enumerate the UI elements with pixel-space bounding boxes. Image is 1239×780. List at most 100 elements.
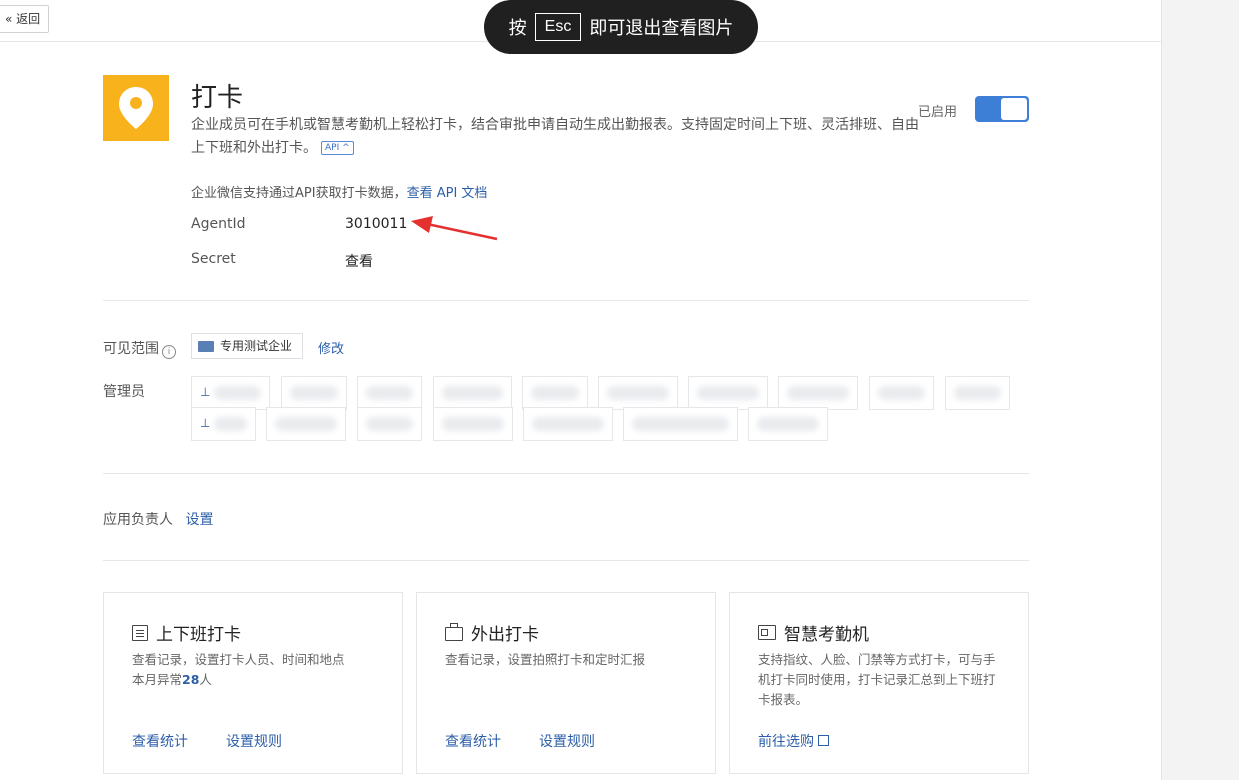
toast-suffix: 即可退出查看图片 [589, 18, 734, 39]
back-label: 返回 [16, 12, 41, 26]
go-purchase-link[interactable]: 前往选购 [758, 731, 829, 751]
visibility-label: 可见范围 [103, 341, 159, 357]
visibility-scope-name: 专用测试企业 [220, 339, 293, 353]
admin-name-redacted [787, 386, 849, 400]
external-link-icon [818, 735, 829, 746]
card-title: 上下班打卡 [156, 625, 241, 645]
card-clock-in-out: 上下班打卡 查看记录，设置打卡人员、时间和地点 本月异常28人 查看统计 设置规… [103, 592, 403, 774]
owner-label: 应用负责人 [103, 512, 173, 528]
visibility-row-label: 可见范围 i [103, 338, 176, 359]
admin-chip[interactable] [688, 376, 768, 410]
admin-chip[interactable] [357, 376, 422, 410]
briefcase-icon [445, 623, 463, 641]
agentid-value: 3010011 [345, 216, 408, 232]
admin-chip[interactable] [598, 376, 678, 410]
admin-name-redacted [878, 386, 925, 400]
admin-chip[interactable] [266, 407, 346, 441]
admin-chip[interactable] [433, 376, 512, 410]
card-description: 查看记录，设置拍照打卡和定时汇报 [445, 652, 646, 667]
esc-toast: 按 Esc 即可退出查看图片 [484, 0, 758, 54]
admin-chip[interactable] [433, 407, 513, 441]
folder-icon [198, 340, 214, 352]
location-pin-icon [119, 87, 153, 129]
admin-chip[interactable] [945, 376, 1010, 410]
admin-chip[interactable] [522, 376, 588, 410]
admin-chip[interactable]: ⊥ [191, 376, 270, 410]
agentid-label: AgentId [191, 216, 246, 232]
view-stats-link[interactable]: 查看统计 [445, 731, 501, 751]
anomaly-suffix: 人 [199, 672, 212, 687]
admins-label: 管理员 [103, 384, 145, 400]
secret-label: Secret [191, 251, 236, 267]
admin-name-redacted [697, 386, 759, 400]
person-icon: ⊥ [200, 385, 211, 399]
api-tag[interactable]: API ^ [321, 141, 354, 155]
card-anomaly-line: 本月异常28人 [132, 670, 378, 690]
back-button[interactable]: « 返回 [0, 5, 50, 33]
api-docs-link[interactable]: 查看 API 文档 [407, 186, 488, 201]
admin-chip[interactable] [623, 407, 738, 441]
anomaly-count[interactable]: 28 [182, 672, 199, 687]
api-note-text: 企业微信支持通过API获取打卡数据， [191, 186, 407, 201]
card-attendance-machine: 智慧考勤机 支持指纹、人脸、门禁等方式打卡，可与手机打卡同时使用，打卡记录汇总到… [729, 592, 1029, 774]
card-desc-line: 查看记录，设置打卡人员、时间和地点 [132, 652, 345, 667]
secret-view-link[interactable]: 查看 [345, 251, 373, 271]
double-chevron-left-icon: « [5, 12, 13, 26]
card-title-row: 外出打卡 [445, 620, 539, 645]
divider [103, 473, 1029, 474]
admin-name-redacted [442, 386, 503, 400]
admin-name-redacted [366, 417, 413, 431]
admin-chip[interactable]: ⊥ [191, 407, 256, 441]
admin-chip[interactable] [778, 376, 858, 410]
card-title: 外出打卡 [471, 625, 539, 645]
app-title: 打卡 [191, 83, 244, 113]
admin-name-redacted [214, 386, 261, 400]
owner-set-link[interactable]: 设置 [185, 512, 213, 528]
api-note: 企业微信支持通过API获取打卡数据，查看 API 文档 [191, 182, 487, 201]
visibility-edit-link[interactable]: 修改 [318, 338, 344, 357]
toast-prefix: 按 [508, 18, 527, 39]
info-icon[interactable]: i [162, 345, 176, 359]
enable-toggle[interactable] [975, 96, 1029, 122]
set-rules-link[interactable]: 设置规则 [226, 731, 282, 751]
app-icon [103, 75, 169, 141]
divider [103, 560, 1029, 561]
list-icon [132, 624, 148, 641]
admin-name-redacted [290, 386, 338, 400]
app-description: 企业成员可在手机或智慧考勤机上轻松打卡，结合审批申请自动生成出勤报表。支持固定时… [191, 114, 921, 160]
admin-chip[interactable] [748, 407, 828, 441]
view-stats-link[interactable]: 查看统计 [132, 731, 188, 751]
admin-name-redacted [214, 417, 247, 431]
admin-chip[interactable] [357, 407, 422, 441]
admin-name-redacted [275, 417, 337, 431]
admin-chip[interactable] [523, 407, 613, 441]
admin-name-redacted [607, 386, 669, 400]
divider [103, 300, 1029, 301]
visibility-scope-chip: 专用测试企业 [191, 333, 304, 359]
red-arrow-annotation [411, 216, 498, 241]
card-title-row: 智慧考勤机 [758, 620, 869, 645]
right-gutter [1161, 0, 1239, 780]
card-title: 智慧考勤机 [784, 625, 869, 645]
owner-row: 应用负责人 设置 [103, 509, 213, 529]
esc-key-badge: Esc [534, 13, 582, 41]
admin-name-redacted [366, 386, 413, 400]
admin-name-redacted [531, 386, 579, 400]
admin-name-redacted [532, 417, 604, 431]
anomaly-prefix: 本月异常 [132, 672, 183, 687]
enabled-status-label: 已启用 [918, 105, 958, 120]
card-title-row: 上下班打卡 [132, 620, 241, 645]
admin-name-redacted [442, 417, 504, 431]
app-description-text: 企业成员可在手机或智慧考勤机上轻松打卡，结合审批申请自动生成出勤报表。支持固定时… [191, 117, 919, 156]
admin-name-redacted [757, 417, 819, 431]
admin-name-redacted [954, 386, 1001, 400]
person-icon: ⊥ [200, 416, 211, 430]
admin-chip[interactable] [869, 376, 934, 410]
attendance-machine-icon [758, 625, 776, 640]
set-rules-link[interactable]: 设置规则 [539, 731, 595, 751]
card-description: 查看记录，设置打卡人员、时间和地点 本月异常28人 [132, 650, 378, 690]
card-description: 支持指纹、人脸、门禁等方式打卡，可与手机打卡同时使用，打卡记录汇总到上下班打卡报… [758, 652, 996, 707]
go-purchase-label: 前往选购 [758, 734, 814, 750]
admin-chip[interactable] [281, 376, 347, 410]
toggle-knob [1001, 98, 1027, 120]
